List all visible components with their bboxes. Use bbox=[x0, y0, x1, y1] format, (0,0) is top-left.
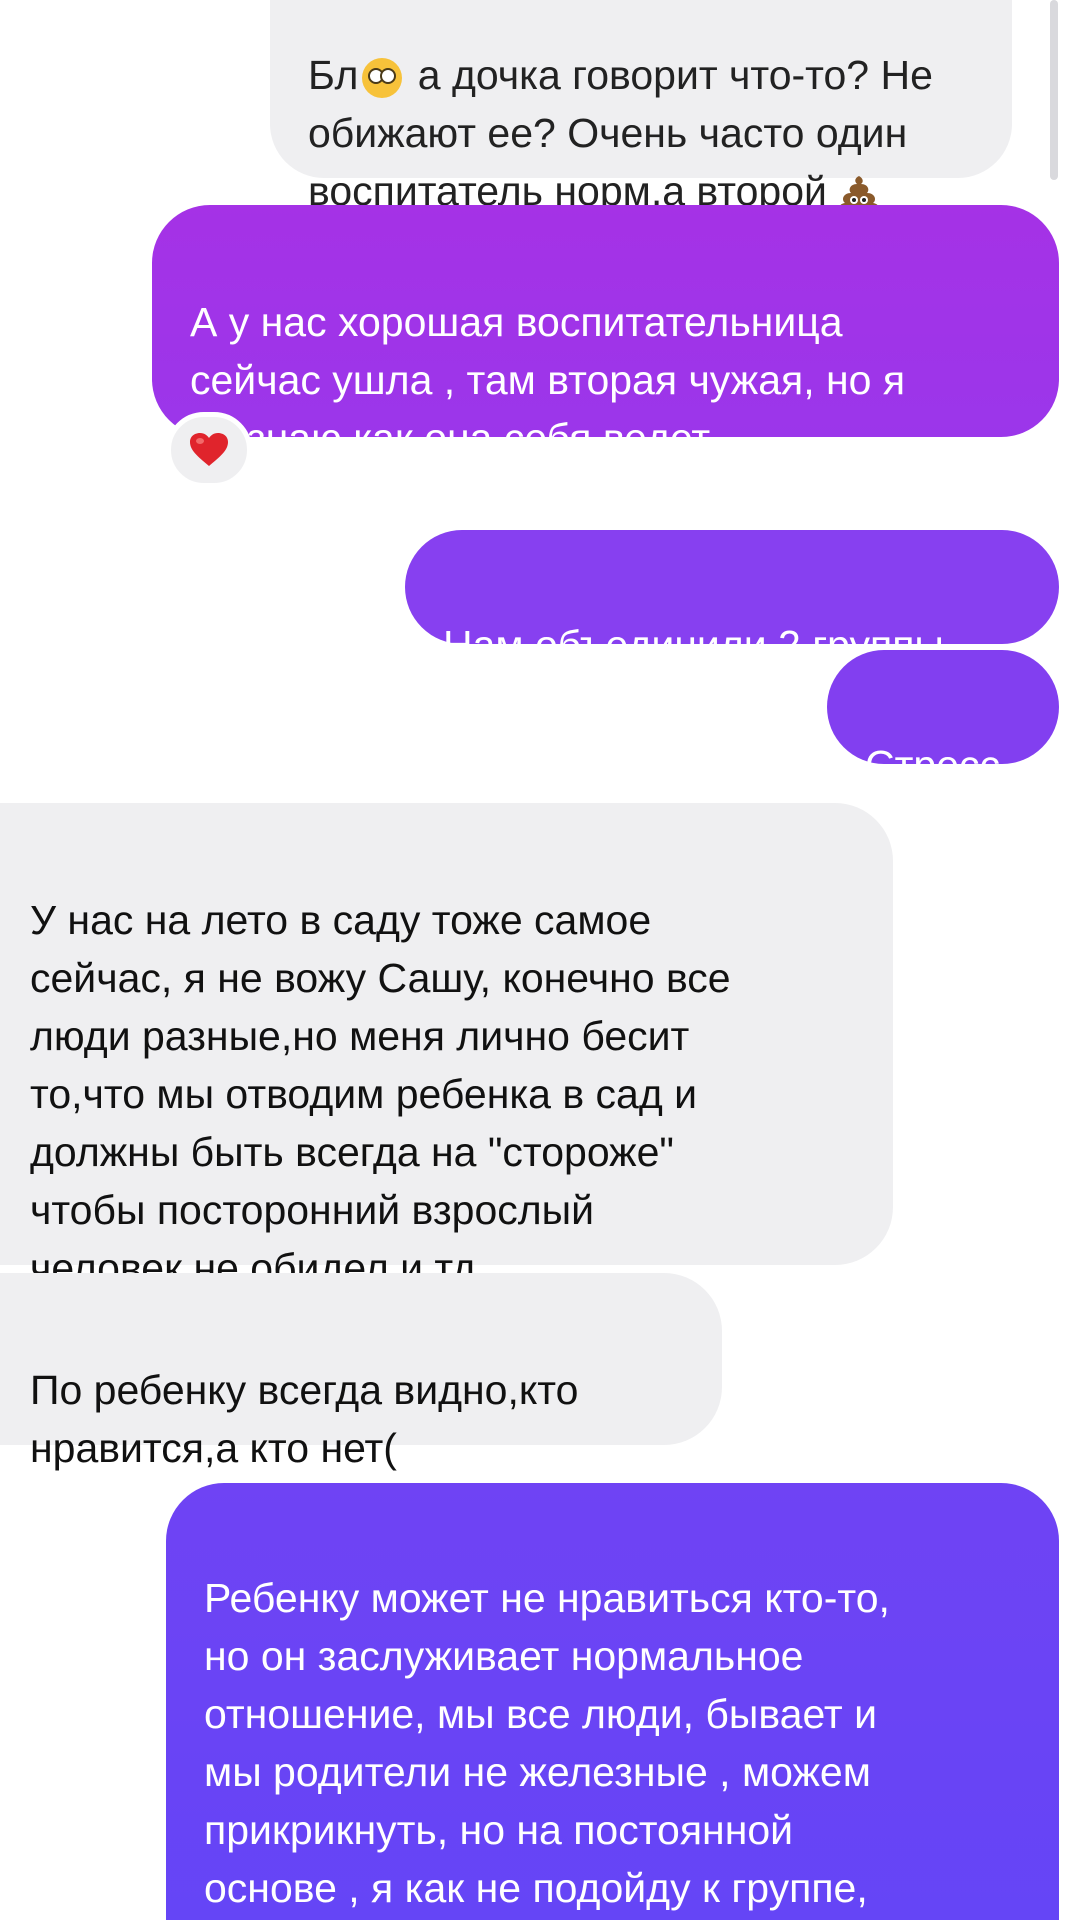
message-text: Ребенку может не нравиться кто-то, но он… bbox=[204, 1575, 890, 1911]
scroll-indicator[interactable] bbox=[1050, 0, 1058, 180]
message-text-fragment: а дочка говорит что-то? Не bbox=[406, 52, 933, 98]
chat-screen: Бл а дочка говорит что-то? Не обижают ее?… bbox=[0, 0, 1080, 1920]
red-heart-icon bbox=[189, 432, 229, 468]
outgoing-message-bubble[interactable]: Ребенку может не нравиться кто-то, но он… bbox=[166, 1483, 1059, 1920]
outgoing-message-bubble[interactable]: А у нас хорошая воспитательница сейчас у… bbox=[152, 205, 1059, 461]
message-text: А у нас хорошая воспитательница сейчас у… bbox=[190, 299, 906, 461]
incoming-message-bubble[interactable]: У нас на лето в саду тоже самое сейчас, … bbox=[0, 803, 893, 1291]
message-text: обижают ее? Очень часто один воспитатель… bbox=[308, 110, 908, 214]
outgoing-message-bubble[interactable]: Нам объединили 2 группы bbox=[405, 530, 1059, 668]
message-text: У нас на лето в саду тоже самое сейчас, … bbox=[30, 897, 731, 1291]
reaction-badge[interactable] bbox=[166, 412, 252, 488]
incoming-message-bubble[interactable]: По ребенку всегда видно,кто нравится,а к… bbox=[0, 1273, 722, 1471]
message-text: По ребенку всегда видно,кто нравится,а к… bbox=[30, 1367, 579, 1471]
flushed-face-emoji-icon bbox=[362, 58, 403, 99]
message-line: Бл а дочка говорит что-то? Не bbox=[308, 46, 972, 104]
message-text-fragment: Бл bbox=[308, 52, 359, 98]
message-text: Стресс bbox=[865, 742, 1000, 788]
outgoing-message-bubble[interactable]: Стресс bbox=[827, 650, 1059, 788]
incoming-message-bubble[interactable]: Бл а дочка говорит что-то? Не обижают ее?… bbox=[270, 0, 1012, 214]
